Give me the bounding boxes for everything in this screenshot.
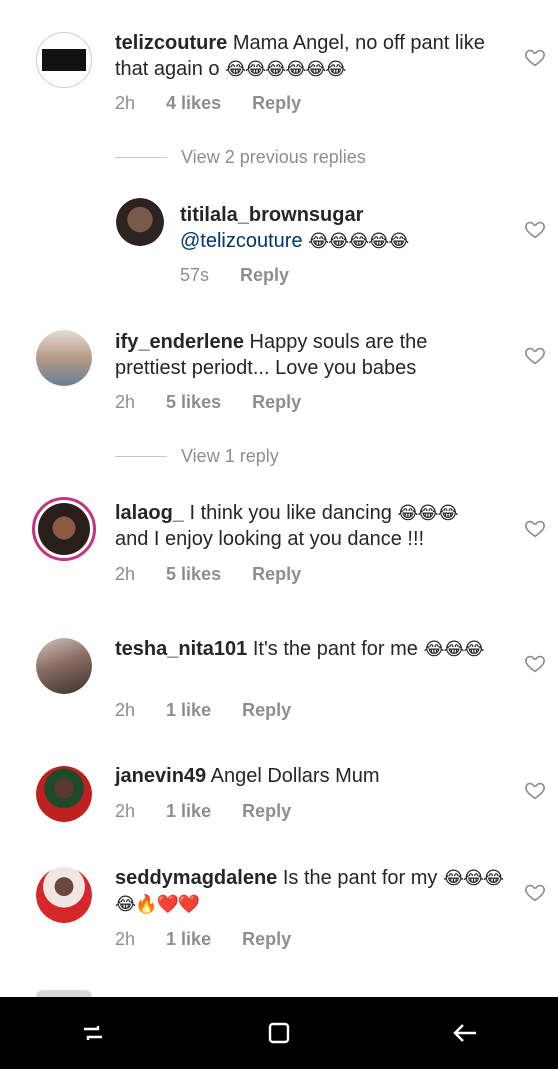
- timestamp: 2h: [115, 392, 136, 412]
- emoji: 😂😂😂: [397, 503, 458, 523]
- username[interactable]: lalaog_: [115, 502, 184, 524]
- likes-count[interactable]: 1 like: [166, 700, 211, 720]
- heart-icon[interactable]: [524, 652, 546, 674]
- avatar[interactable]: [36, 766, 92, 822]
- timestamp: 2h: [115, 93, 136, 113]
- username[interactable]: seddymagdalene: [115, 867, 277, 889]
- emoji: 😂😂😂😂😂: [308, 231, 409, 251]
- reply-button[interactable]: Reply: [242, 929, 291, 949]
- comment-text-2: and I enjoy looking at you dance !!!: [115, 528, 425, 550]
- mention-link[interactable]: @telizcouture: [180, 230, 303, 252]
- home-icon[interactable]: [264, 1018, 294, 1048]
- likes-count[interactable]: 5 likes: [166, 392, 221, 412]
- comment-text: Angel Dollars Mum: [210, 765, 380, 787]
- username[interactable]: ify_enderlene: [115, 331, 244, 353]
- view-reply[interactable]: View 1 reply: [115, 446, 279, 467]
- username[interactable]: janevin49: [115, 765, 206, 787]
- username[interactable]: telizcouture: [115, 32, 227, 54]
- emoji: 😂😂😂😂😂😂: [225, 59, 346, 79]
- username[interactable]: tesha_nita101: [115, 638, 247, 660]
- likes-count[interactable]: 1 like: [166, 801, 211, 821]
- emoji: 😂😂😂: [423, 639, 484, 659]
- heart-icon[interactable]: [524, 344, 546, 366]
- heart-icon[interactable]: [524, 779, 546, 801]
- view-previous-replies[interactable]: View 2 previous replies: [115, 147, 366, 168]
- heart-icon[interactable]: [524, 881, 546, 903]
- avatar[interactable]: [32, 497, 96, 561]
- android-nav-bar: [0, 997, 558, 1069]
- likes-count[interactable]: 5 likes: [166, 564, 221, 584]
- timestamp: 57s: [180, 265, 210, 285]
- reply-button[interactable]: Reply: [240, 265, 289, 285]
- back-icon[interactable]: [450, 1018, 480, 1048]
- heart-icon[interactable]: [524, 218, 546, 240]
- reply-button[interactable]: Reply: [252, 392, 301, 412]
- heart-icon[interactable]: [524, 517, 546, 539]
- avatar[interactable]: [36, 867, 92, 923]
- comment-text: It's the pant for me: [252, 638, 418, 660]
- timestamp: 2h: [115, 801, 136, 821]
- reply-button[interactable]: Reply: [242, 801, 291, 821]
- username[interactable]: titilala_brownsugar: [180, 202, 490, 228]
- avatar[interactable]: [36, 32, 92, 88]
- avatar[interactable]: [36, 330, 92, 386]
- likes-count[interactable]: 4 likes: [166, 93, 221, 113]
- comment-text: Is the pant for my: [282, 867, 438, 889]
- next-comment-avatar-partial: [36, 990, 92, 997]
- avatar[interactable]: [116, 198, 164, 246]
- reply-button[interactable]: Reply: [252, 564, 301, 584]
- likes-count[interactable]: 1 like: [166, 929, 211, 949]
- timestamp: 2h: [115, 564, 136, 584]
- avatar[interactable]: [36, 638, 92, 694]
- reply-button[interactable]: Reply: [242, 700, 291, 720]
- reply-button[interactable]: Reply: [252, 93, 301, 113]
- comment-text: I think you like dancing: [189, 502, 392, 524]
- heart-icon[interactable]: [524, 46, 546, 68]
- timestamp: 2h: [115, 929, 136, 949]
- timestamp: 2h: [115, 700, 136, 720]
- recent-apps-icon[interactable]: [78, 1018, 108, 1048]
